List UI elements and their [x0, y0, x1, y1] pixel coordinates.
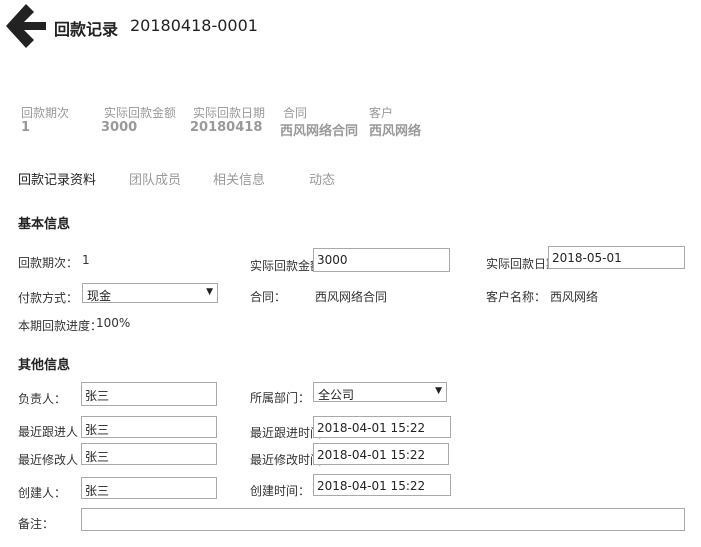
customer-name-value: 西风网络 — [550, 290, 599, 304]
tab-record-info[interactable]: 回款记录资料 — [18, 169, 96, 188]
creator-field[interactable]: 张三 — [81, 477, 217, 499]
last-follower-field[interactable]: 张三 — [81, 416, 217, 438]
last-modify-time-label: 最近修改时间 — [250, 453, 323, 467]
progress-label: 本期回款进度： — [18, 319, 103, 333]
department-label: 所属部门： — [250, 391, 311, 405]
period-label: 回款期次： — [18, 256, 79, 270]
customer-name-label: 客户名称： — [486, 290, 547, 304]
period-value: 1 — [82, 253, 90, 267]
record-code: 20180418-0001 — [130, 16, 258, 35]
payment-method-label: 付款方式： — [18, 291, 79, 305]
summary-label-customer: 客户 — [369, 106, 394, 120]
remark-field[interactable] — [81, 508, 685, 531]
last-modify-time-field[interactable]: 2018-04-01 15:22 — [313, 443, 449, 465]
summary-value-customer[interactable]: 西风网络 — [369, 120, 421, 139]
summary-label-contract: 合同 — [283, 106, 308, 120]
owner-field[interactable]: 张三 — [81, 382, 217, 406]
create-time-label: 创建时间： — [250, 484, 311, 498]
last-follow-time-label: 最近跟进时间 — [250, 426, 323, 440]
last-follower-label: 最近跟进人 — [18, 425, 79, 439]
contract-label: 合同： — [250, 290, 287, 304]
contract-value: 西风网络合同 — [315, 290, 388, 304]
dropdown-caret-icon: ▼ — [206, 287, 213, 297]
dropdown-caret-icon: ▼ — [435, 386, 442, 396]
page-title: 回款记录 — [54, 20, 119, 39]
payment-method-select[interactable]: 现金 ▼ — [82, 283, 218, 303]
date-field[interactable]: 2018-05-01 — [548, 246, 685, 269]
summary-value-period: 1 — [21, 120, 31, 135]
back-arrow-icon[interactable] — [4, 2, 48, 50]
summary-value-amount: 3000 — [101, 120, 138, 135]
summary-value-date: 20180418 — [190, 120, 263, 135]
last-modifier-label: 最近修改人 — [18, 453, 79, 467]
owner-label: 负责人： — [18, 392, 67, 406]
amount-field[interactable]: 3000 — [313, 248, 450, 272]
remark-label: 备注： — [18, 517, 55, 531]
summary-value-contract[interactable]: 西风网络合同 — [280, 120, 358, 139]
progress-value: 100% — [96, 316, 131, 330]
summary-label-period: 回款期次 — [21, 106, 70, 120]
other-info-heading: 其他信息 — [18, 358, 71, 373]
department-value: 全公司 — [318, 388, 355, 402]
summary-label-amount: 实际回款金额 — [104, 106, 177, 120]
create-time-field[interactable]: 2018-04-01 15:22 — [313, 474, 451, 496]
summary-label-date: 实际回款日期 — [193, 106, 266, 120]
creator-label: 创建人： — [18, 486, 67, 500]
basic-info-heading: 基本信息 — [18, 217, 71, 232]
tab-related-info[interactable]: 相关信息 — [213, 169, 265, 188]
tab-activity[interactable]: 动态 — [309, 169, 335, 188]
department-select[interactable]: 全公司 ▼ — [313, 382, 447, 402]
tab-team-members[interactable]: 团队成员 — [129, 169, 181, 188]
last-follow-time-field[interactable]: 2018-04-01 15:22 — [313, 416, 451, 438]
last-modifier-field[interactable]: 张三 — [81, 443, 217, 465]
payment-method-value: 现金 — [87, 289, 112, 303]
